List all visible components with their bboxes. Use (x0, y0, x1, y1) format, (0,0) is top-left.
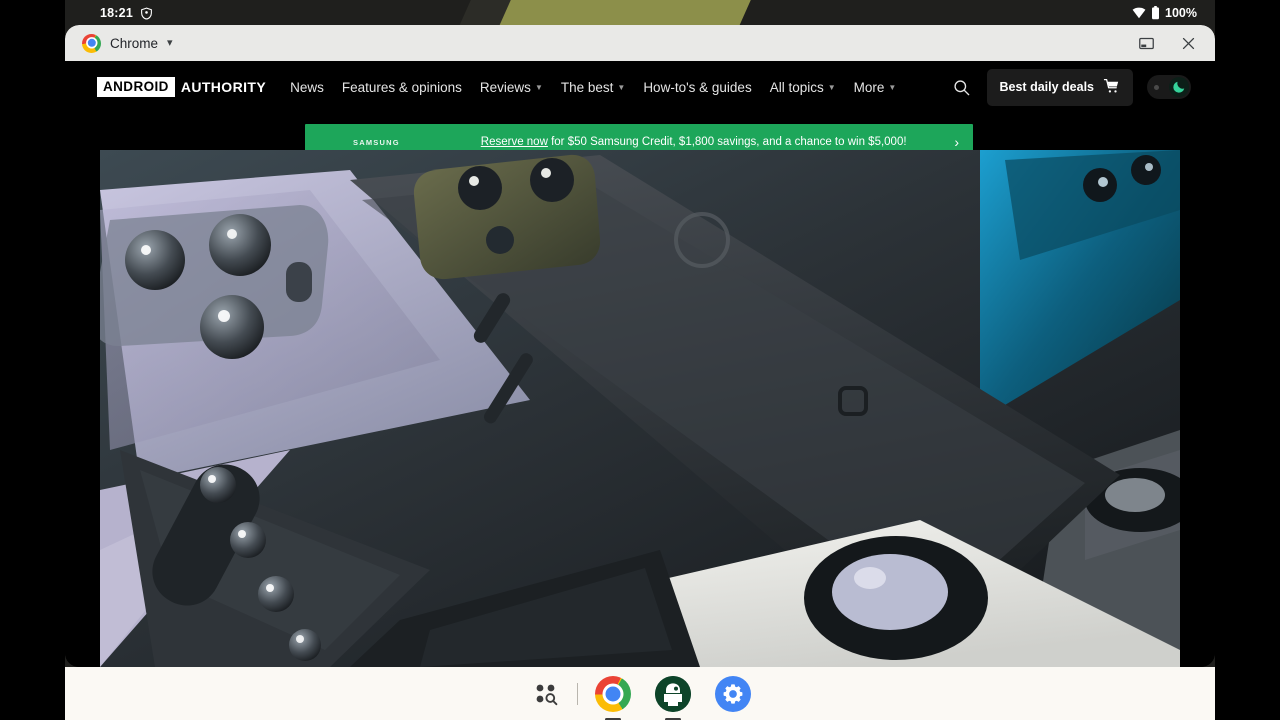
logo-box-text: ANDROID (97, 77, 175, 97)
chevron-down-icon: ▼ (617, 83, 625, 92)
moon-icon (1169, 77, 1189, 97)
shelf-divider (577, 683, 578, 705)
launcher-icon[interactable] (529, 677, 563, 711)
hero-image-graphic (100, 150, 1180, 667)
chevron-down-icon: ▼ (535, 83, 543, 92)
close-icon[interactable] (1167, 26, 1209, 60)
shelf (65, 667, 1215, 720)
nav-item-the-best[interactable]: The best ▼ (561, 80, 625, 95)
chevron-down-icon: ▼ (828, 83, 836, 92)
banner-link-text[interactable]: Reserve now (481, 136, 548, 148)
browser-window: Chrome ▾ ANDROID AUTHORITY New (65, 25, 1215, 667)
best-daily-deals-label: Best daily deals (1000, 80, 1095, 94)
nav-item-label: How-to's & guides (643, 80, 751, 95)
nav-item-more[interactable]: More ▼ (854, 80, 897, 95)
chevron-down-icon[interactable]: ▾ (167, 38, 173, 49)
android-authority-icon (655, 676, 691, 712)
window-title-bar[interactable]: Chrome ▾ (65, 25, 1215, 61)
banner-rest-text: for $50 Samsung Credit, $1,800 savings, … (548, 136, 907, 148)
logo-word-text: AUTHORITY (181, 79, 266, 95)
shelf-app-settings[interactable] (714, 675, 752, 713)
nav-item-label: News (290, 80, 324, 95)
nav-item-news[interactable]: News (290, 80, 324, 95)
restore-window-icon[interactable] (1125, 26, 1167, 60)
nav-item-features-opinions[interactable]: Features & opinions (342, 80, 462, 95)
screen: 18:21 100% Chrome ▾ (0, 0, 1280, 720)
nav-item-label: More (854, 80, 885, 95)
window-app-name: Chrome (110, 36, 158, 51)
nav-item-label: Reviews (480, 80, 531, 95)
window-app-identity[interactable]: Chrome ▾ (82, 34, 173, 53)
nav-item-reviews[interactable]: Reviews ▼ (480, 80, 543, 95)
shelf-apps (594, 675, 752, 713)
gear-icon (715, 676, 751, 712)
chevron-right-icon[interactable]: › (944, 134, 959, 150)
dark-mode-toggle[interactable] (1147, 75, 1191, 99)
chrome-icon (82, 34, 101, 53)
chevron-down-icon: ▼ (888, 83, 896, 92)
nav-item-label: Features & opinions (342, 80, 462, 95)
banner-message: Reserve now for $50 Samsung Credit, $1,8… (443, 136, 944, 148)
site-navigation: ANDROID AUTHORITY News Features & opinio… (65, 61, 1215, 113)
samsung-brand-label: SAMSUNG (353, 138, 443, 147)
chrome-icon (595, 676, 631, 712)
nav-item-all-topics[interactable]: All topics ▼ (770, 80, 836, 95)
site-logo[interactable]: ANDROID AUTHORITY (97, 77, 266, 97)
shelf-app-chrome[interactable] (594, 675, 632, 713)
web-page: ANDROID AUTHORITY News Features & opinio… (65, 61, 1215, 667)
shopping-cart-icon (1103, 78, 1120, 97)
search-icon[interactable] (951, 76, 973, 98)
shelf-app-android-authority[interactable] (654, 675, 692, 713)
best-daily-deals-button[interactable]: Best daily deals (987, 69, 1134, 106)
nav-right-cluster: Best daily deals (951, 69, 1192, 106)
sun-icon (1154, 85, 1159, 90)
hero-image (100, 150, 1180, 667)
nav-item-label: The best (561, 80, 614, 95)
nav-links: News Features & opinions Reviews ▼ The b… (290, 80, 896, 95)
nav-item-label: All topics (770, 80, 824, 95)
nav-item-how-tos-guides[interactable]: How-to's & guides (643, 80, 751, 95)
